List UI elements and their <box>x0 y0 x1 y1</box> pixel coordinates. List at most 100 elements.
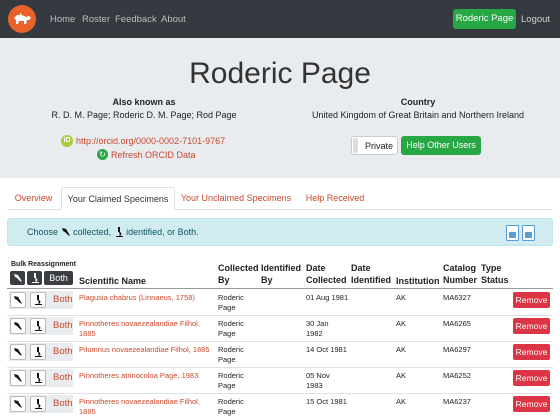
remove-button[interactable]: Remove <box>513 370 550 386</box>
country-value: United Kingdom of Great Britain and Nort… <box>311 110 525 120</box>
assign-collector-button[interactable] <box>10 318 26 334</box>
dog-logo-icon[interactable] <box>8 5 36 33</box>
institution-cell: AK <box>396 371 407 380</box>
institution-cell: AK <box>396 319 407 328</box>
collector-line: Roderic <box>218 293 244 302</box>
collector-net-icon <box>14 274 22 282</box>
assign-both-link[interactable]: Both <box>53 398 73 409</box>
table-header-divider <box>7 288 553 289</box>
tab-claimed-specimens[interactable]: Your Claimed Specimens <box>61 187 175 210</box>
assign-collector-button[interactable] <box>10 396 26 412</box>
th-date-collected[interactable]: Date Collected <box>306 262 347 286</box>
microscope-icon <box>35 295 42 305</box>
scientific-name-link[interactable]: Pinnotheres novaezealandiae Filhol, 1885 <box>79 397 211 417</box>
th-label: Date <box>351 263 371 273</box>
assign-both-link[interactable]: Both <box>53 372 73 383</box>
assign-identifier-button[interactable] <box>30 344 46 360</box>
scientific-name-link[interactable]: Plagusia chabrus (Linnaeus, 1758) <box>79 293 211 303</box>
assign-identifier-button[interactable] <box>30 370 46 386</box>
date-line: 15 Oct 1981 <box>306 397 347 406</box>
th-label: By <box>218 275 230 285</box>
assign-identifier-button[interactable] <box>30 318 46 334</box>
info-identified: identified, or Both. <box>126 227 199 237</box>
file-icon[interactable] <box>522 225 535 241</box>
assign-identifier-button[interactable] <box>30 292 46 308</box>
info-collected: collected, <box>73 227 112 237</box>
refresh-icon: ↻ <box>97 149 108 160</box>
collected-by-cell: Roderic Page <box>218 371 244 391</box>
tab-help-received[interactable]: Help Received <box>300 187 370 210</box>
assign-identifier-button[interactable] <box>30 396 46 412</box>
collector-net-icon <box>61 228 70 236</box>
date-collected-cell: 15 Oct 1981 <box>306 397 347 407</box>
help-other-users-button[interactable]: Help Other Users <box>401 136 481 155</box>
profile-header: Roderic Page Also known as R. D. M. Page… <box>0 38 560 178</box>
tab-unclaimed-specimens[interactable]: Your Unclaimed Specimens <box>177 187 295 210</box>
institution-cell: AK <box>396 345 407 354</box>
scientific-name-line: Pilumnus novaezealandiae Filhol, 1885 <box>79 345 210 354</box>
th-label: Date <box>306 263 326 273</box>
row-divider <box>7 341 553 342</box>
th-date-identified[interactable]: Date Identified <box>351 262 391 286</box>
row-divider <box>7 393 553 394</box>
assign-both-link[interactable]: Both <box>53 346 73 357</box>
info-alert: Choose collected, identified, or Both. <box>7 218 553 246</box>
remove-button[interactable]: Remove <box>513 396 550 412</box>
scientific-name-link[interactable]: Pinnotheres novaezealandiae Filhol, 1885 <box>79 319 211 339</box>
date-collected-cell: 14 Oct 1981 <box>306 345 347 355</box>
th-identified-by[interactable]: Identified By <box>261 262 301 286</box>
row-actions: Both <box>9 317 73 335</box>
th-scientific-name[interactable]: Scientific Name <box>79 275 146 287</box>
institution-cell: AK <box>396 397 407 406</box>
row-actions: Both <box>9 291 73 309</box>
assign-both-link[interactable]: Both <box>53 320 73 331</box>
tab-overview[interactable]: Overview <box>7 187 60 210</box>
assign-collector-button[interactable] <box>10 344 26 360</box>
scientific-name-link[interactable]: Pilumnus novaezealandiae Filhol, 1885 <box>79 345 211 355</box>
date-line: 1982 <box>306 329 323 338</box>
nav-roster[interactable]: Roster <box>82 14 110 25</box>
scientific-name-link[interactable]: Pinnotheres atrinocoloa Page, 1983 <box>79 371 211 381</box>
row-divider <box>7 367 553 368</box>
th-label: Identified <box>351 275 391 285</box>
logout-link[interactable]: Logout <box>521 14 550 25</box>
privacy-toggle[interactable]: Private <box>351 136 398 155</box>
th-collected-by[interactable]: Collected By <box>218 262 259 286</box>
user-profile-button[interactable]: Roderic Page <box>453 9 516 29</box>
date-line: 1983 <box>306 381 323 390</box>
collector-line: Page <box>218 329 236 338</box>
file-icon[interactable] <box>506 225 519 241</box>
collected-by-cell: Roderic Page <box>218 345 244 365</box>
date-line: 14 Oct 1981 <box>306 345 347 354</box>
th-label: Catalog <box>443 263 477 273</box>
remove-button[interactable]: Remove <box>513 292 550 308</box>
assign-both-link[interactable]: Both <box>53 294 73 305</box>
bulk-identifier-button[interactable] <box>27 271 42 285</box>
th-type-status[interactable]: Type Status <box>481 262 509 286</box>
microscope-icon <box>35 373 42 383</box>
remove-button[interactable]: Remove <box>513 344 550 360</box>
bulk-both-button[interactable]: Both <box>44 271 73 285</box>
collector-net-icon <box>14 296 22 304</box>
scientific-name-line: Pinnotheres atrinocoloa Page, 1983 <box>79 371 199 380</box>
collector-net-icon <box>14 400 22 408</box>
assign-collector-button[interactable] <box>10 292 26 308</box>
scientific-name-line: Pinnotheres novaezealandiae Filhol, <box>79 319 200 328</box>
date-collected-cell: 30 Jan 1982 <box>306 319 329 339</box>
assign-collector-button[interactable] <box>10 370 26 386</box>
th-catalog-number[interactable]: Catalog Number <box>443 262 477 286</box>
remove-button[interactable]: Remove <box>513 318 550 334</box>
collector-line: Page <box>218 355 236 364</box>
th-label: Collected <box>306 275 347 285</box>
bulk-collector-button[interactable] <box>10 271 25 285</box>
th-institution[interactable]: Institution <box>396 275 440 287</box>
profile-name: Roderic Page <box>189 57 371 90</box>
nav-feedback[interactable]: Feedback <box>115 14 157 25</box>
aka-value: R. D. M. Page; Roderic D. M. Page; Rod P… <box>51 110 237 120</box>
nav-about[interactable]: About <box>161 14 186 25</box>
collector-net-icon <box>14 322 22 330</box>
scientific-name-line: Pinnotheres novaezealandiae Filhol, <box>79 397 200 406</box>
refresh-orcid-link[interactable]: Refresh ORCID Data <box>111 150 196 160</box>
orcid-link[interactable]: http://orcid.org/0000-0002-7101-9767 <box>76 136 225 146</box>
nav-home[interactable]: Home <box>50 14 75 25</box>
